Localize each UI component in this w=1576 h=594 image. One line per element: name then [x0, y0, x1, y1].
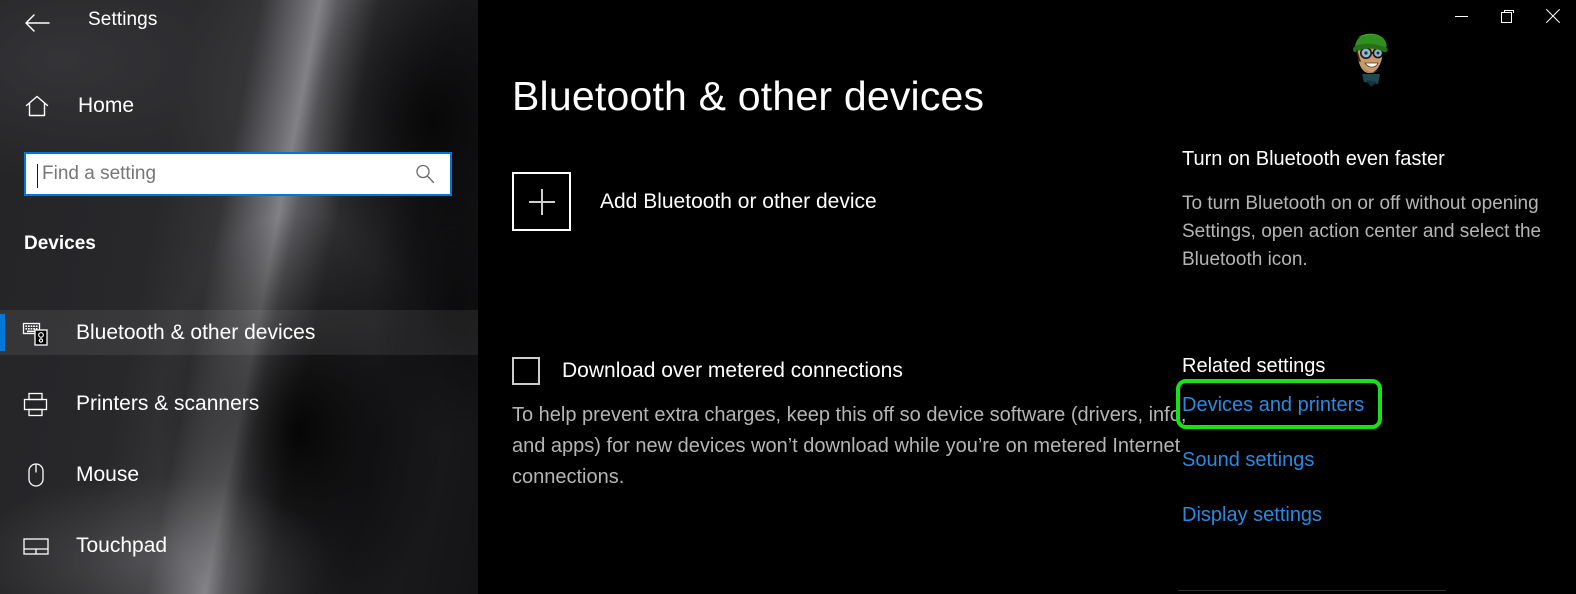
- back-button[interactable]: [14, 2, 60, 44]
- search-icon[interactable]: [408, 157, 442, 191]
- sidebar-group-header: Devices: [24, 233, 96, 254]
- settings-window: Settings Home Find a setting Devices Blu…: [0, 0, 1576, 594]
- sidebar-item-label: Touchpad: [76, 533, 168, 557]
- link-devices-and-printers[interactable]: Devices and printers: [1182, 392, 1364, 419]
- title-bar: Settings: [0, 0, 478, 48]
- sidebar: Settings Home Find a setting Devices Blu…: [0, 0, 478, 594]
- sidebar-selection-accent: [0, 314, 5, 351]
- sidebar-item-label: Bluetooth & other devices: [76, 320, 316, 344]
- restore-button[interactable]: [1484, 0, 1530, 32]
- minimize-icon: [1454, 15, 1468, 17]
- link-sound-settings[interactable]: Sound settings: [1182, 447, 1314, 474]
- tip-description: To turn Bluetooth on or off without open…: [1182, 193, 1542, 270]
- add-device-label: Add Bluetooth or other device: [600, 189, 877, 213]
- related-settings-links: Devices and printers Sound settings Disp…: [1176, 379, 1542, 557]
- related-link-row: Devices and printers: [1176, 379, 1542, 429]
- tip-heading: Turn on Bluetooth even faster: [1182, 148, 1445, 170]
- close-button[interactable]: [1530, 0, 1576, 32]
- sidebar-nav-list: Bluetooth & other devices Printers & sca…: [0, 310, 478, 594]
- sidebar-item-label: Mouse: [76, 462, 140, 486]
- touchpad-icon: [21, 531, 51, 561]
- bottom-divider: [1178, 590, 1446, 591]
- metered-checkbox[interactable]: [512, 357, 540, 385]
- sidebar-item-bluetooth-and-other-devices[interactable]: Bluetooth & other devices: [0, 310, 478, 355]
- window-controls: [1438, 0, 1576, 36]
- link-display-settings[interactable]: Display settings: [1182, 502, 1322, 529]
- metered-connections-toggle[interactable]: Download over metered connections: [512, 357, 903, 385]
- app-title: Settings: [88, 9, 158, 30]
- sidebar-home-label: Home: [78, 94, 135, 117]
- sidebar-item-touchpad[interactable]: Touchpad: [0, 523, 478, 568]
- printer-icon: [21, 389, 51, 419]
- metered-description: To help prevent extra charges, keep this…: [512, 404, 1187, 488]
- metered-label: Download over metered connections: [562, 359, 903, 382]
- page-title: Bluetooth & other devices: [512, 73, 985, 119]
- search-input[interactable]: Find a setting: [24, 152, 452, 196]
- devices-icon: [21, 318, 51, 348]
- plus-square-icon: [512, 172, 571, 231]
- user-avatar: [1344, 30, 1394, 88]
- sidebar-item-home[interactable]: Home: [0, 86, 478, 126]
- sidebar-item-mouse[interactable]: Mouse: [0, 452, 478, 497]
- sidebar-item-printers-and-scanners[interactable]: Printers & scanners: [0, 381, 478, 426]
- home-icon: [23, 92, 51, 120]
- add-device-button[interactable]: Add Bluetooth or other device: [512, 172, 877, 231]
- related-settings-heading: Related settings: [1182, 355, 1326, 377]
- search-placeholder: Find a setting: [42, 163, 157, 184]
- right-panel: Turn on Bluetooth even faster To turn Bl…: [1176, 0, 1576, 594]
- search-caret: [37, 164, 38, 188]
- mouse-icon: [21, 460, 51, 490]
- close-icon: [1545, 8, 1561, 24]
- back-arrow-icon: [25, 14, 50, 32]
- minimize-button[interactable]: [1438, 0, 1484, 32]
- restore-icon: [1500, 9, 1514, 23]
- sidebar-item-label: Printers & scanners: [76, 391, 260, 415]
